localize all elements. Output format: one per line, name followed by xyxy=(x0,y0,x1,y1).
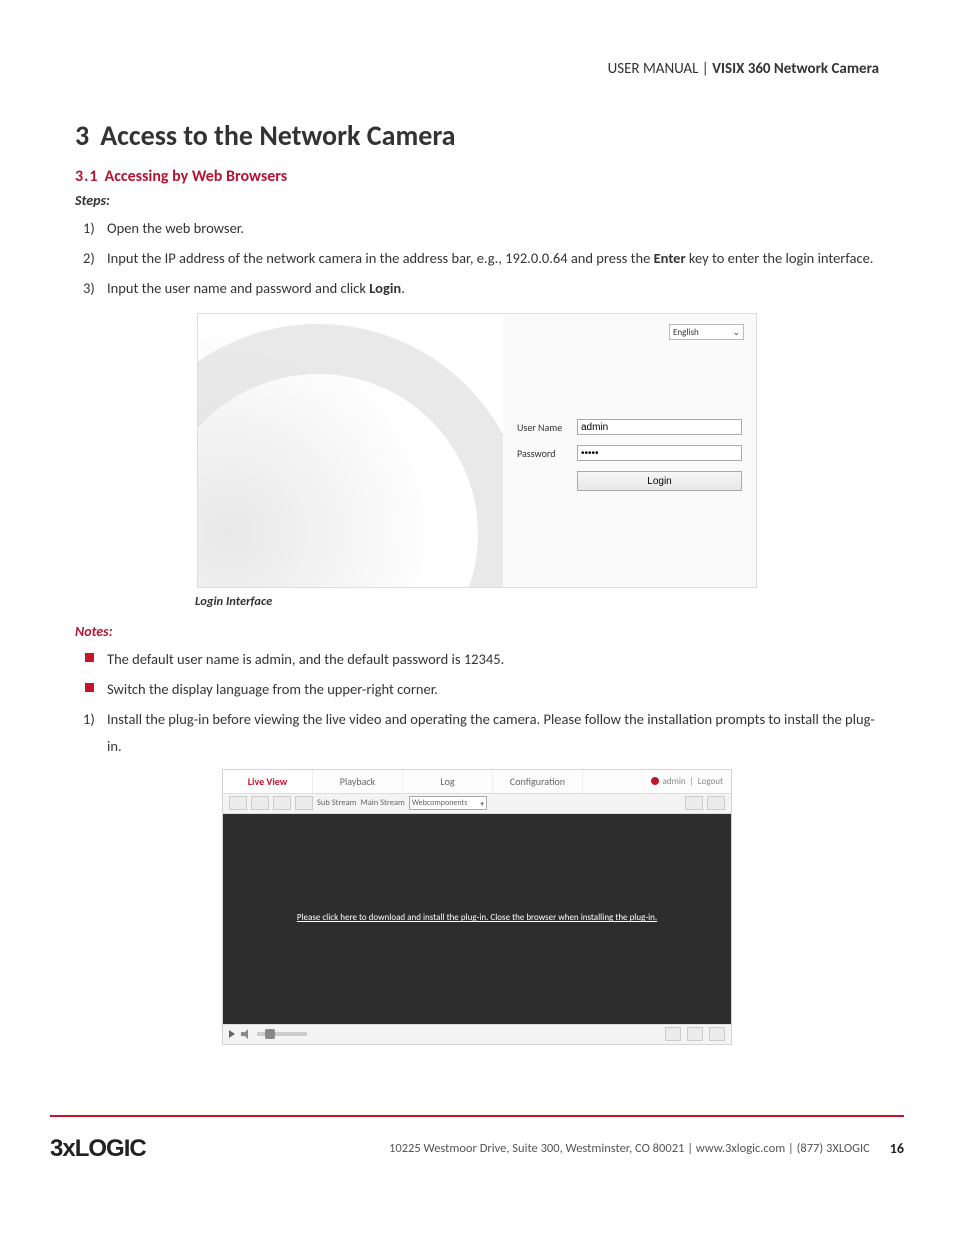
logo: 3xLOGIC xyxy=(50,1135,146,1163)
bullet-icon xyxy=(85,683,94,692)
chapter-number: 3 xyxy=(75,118,90,153)
divider: | xyxy=(690,776,694,787)
username-display: admin xyxy=(663,776,686,787)
stream-main[interactable]: Main Stream xyxy=(360,798,404,808)
step-number: 3) xyxy=(83,275,107,301)
footer-address: 10225 Westmoor Drive, Suite 300, Westmin… xyxy=(146,1141,890,1156)
user-icon xyxy=(651,777,659,785)
step-text-bold: Enter xyxy=(654,249,686,267)
password-label: Password xyxy=(517,447,577,460)
chevron-down-icon: ⌄ xyxy=(732,327,740,338)
step-text-bold: Login xyxy=(369,279,401,297)
step-text-pre: Input the user name and password and cli… xyxy=(107,279,369,297)
stream-sub[interactable]: Sub Stream xyxy=(317,798,356,808)
page-footer: 3xLOGIC 10225 Westmoor Drive, Suite 300,… xyxy=(50,1135,904,1193)
control-button[interactable] xyxy=(687,1027,703,1041)
step-number: 1) xyxy=(83,215,107,241)
tab-log[interactable]: Log xyxy=(403,770,493,793)
control-button[interactable] xyxy=(665,1027,681,1041)
footer-rule xyxy=(50,1115,904,1117)
figure-caption: Login Interface xyxy=(195,594,879,609)
toolbar-button[interactable] xyxy=(707,796,725,810)
layout-button[interactable] xyxy=(273,796,291,810)
toolbar-button[interactable] xyxy=(685,796,703,810)
play-icon[interactable] xyxy=(229,1030,235,1038)
note-text: The default user name is admin, and the … xyxy=(107,650,504,668)
steps-list: 1)Open the web browser. 2)Input the IP a… xyxy=(75,215,879,301)
page-number: 16 xyxy=(890,1140,904,1157)
step-text-post: key to enter the login interface. xyxy=(686,249,874,267)
video-controls xyxy=(223,1024,731,1044)
tab-playback[interactable]: Playback xyxy=(313,770,403,793)
step-text-post: . xyxy=(401,279,405,297)
logout-link[interactable]: Logout xyxy=(698,776,723,787)
note-text: Switch the display language from the upp… xyxy=(107,680,438,698)
video-toolbar: Sub Stream Main Stream Webcomponents ▾ xyxy=(223,794,731,814)
step-text-pre: Input the IP address of the network came… xyxy=(107,249,654,267)
bullet-icon xyxy=(85,653,94,662)
note-number: 1) xyxy=(83,706,107,732)
chapter-title: Access to the Network Camera xyxy=(100,118,455,153)
step-item: 3)Input the user name and password and c… xyxy=(107,275,879,301)
note-item: The default user name is admin, and the … xyxy=(107,646,879,672)
step-item: 1)Open the web browser. xyxy=(107,215,879,241)
note-text: Install the plug-in before viewing the l… xyxy=(107,710,875,754)
login-screenshot: English ⌄ User Name Password Login xyxy=(197,313,757,588)
login-panel: English ⌄ User Name Password Login xyxy=(503,314,756,587)
layout-button[interactable] xyxy=(229,796,247,810)
nav-tabs: Live View Playback Log Configuration adm… xyxy=(223,770,731,794)
tab-configuration[interactable]: Configuration xyxy=(493,770,583,793)
password-input[interactable] xyxy=(577,445,742,461)
note-item: Switch the display language from the upp… xyxy=(107,676,879,702)
section-number: 3.1 xyxy=(75,167,99,186)
notes-label: Notes: xyxy=(75,623,879,640)
layout-button[interactable] xyxy=(295,796,313,810)
steps-label: Steps: xyxy=(75,192,879,209)
step-number: 2) xyxy=(83,245,107,271)
component-value: Webcomponents xyxy=(412,798,467,808)
plugin-download-link[interactable]: Please click here to download and instal… xyxy=(297,912,657,925)
step-text: Open the web browser. xyxy=(107,219,244,237)
volume-icon[interactable] xyxy=(241,1029,251,1039)
page-header: USER MANUAL | VISIX 360 Network Camera xyxy=(75,60,879,78)
note-item: 1)Install the plug-in before viewing the… xyxy=(107,706,879,758)
language-select[interactable]: English ⌄ xyxy=(669,324,744,340)
liveview-screenshot: Live View Playback Log Configuration adm… xyxy=(222,769,732,1045)
step-item: 2)Input the IP address of the network ca… xyxy=(107,245,879,271)
volume-slider[interactable] xyxy=(257,1032,307,1036)
section-heading: 3.1 Accessing by Web Browsers xyxy=(75,167,879,186)
section-title: Accessing by Web Browsers xyxy=(105,167,288,186)
notes-list: The default user name is admin, and the … xyxy=(75,646,879,758)
layout-button[interactable] xyxy=(251,796,269,810)
language-value: English xyxy=(673,327,699,338)
control-button[interactable] xyxy=(709,1027,725,1041)
chevron-down-icon: ▾ xyxy=(480,799,484,808)
login-graphic xyxy=(198,314,503,587)
tab-live-view[interactable]: Live View xyxy=(223,770,313,793)
video-area: Please click here to download and instal… xyxy=(223,814,731,1024)
user-info: admin | Logout xyxy=(651,770,731,793)
header-title: VISIX 360 Network Camera xyxy=(712,60,879,78)
login-form: User Name Password Login xyxy=(517,419,742,491)
username-label: User Name xyxy=(517,421,577,434)
component-select[interactable]: Webcomponents ▾ xyxy=(409,796,487,810)
username-input[interactable] xyxy=(577,419,742,435)
header-label: USER MANUAL | xyxy=(608,60,713,78)
login-button[interactable]: Login xyxy=(577,471,742,491)
chapter-heading: 3 Access to the Network Camera xyxy=(75,118,879,153)
